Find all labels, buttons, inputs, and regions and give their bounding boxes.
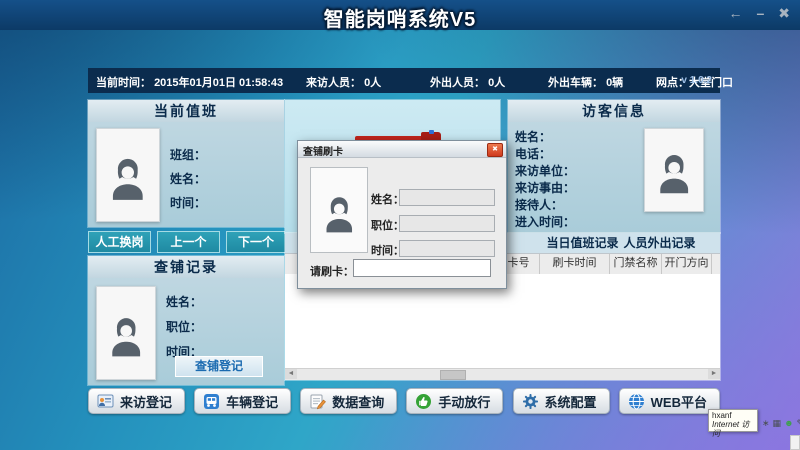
visitor-field-reason: 来访事由： (515, 179, 575, 196)
dialog-time-field (399, 240, 495, 257)
current-time: 当前时间： 2015年01月01日 01:58:43 (96, 74, 283, 90)
patrol-record-title: 查铺记录 (88, 256, 284, 278)
visitor-field-company: 来访单位： (515, 162, 575, 179)
app-window: 智能岗哨系统V5 ← – ✖ 当前时间： 2015年01月01日 01:58:4… (0, 0, 800, 450)
column-spacer (712, 254, 720, 274)
visitor-field-phone: 电话： (515, 145, 551, 162)
visitor-info-title: 访客信息 (508, 100, 720, 122)
visitor-photo-placeholder (644, 128, 704, 212)
person-icon (318, 188, 361, 238)
duty-field-time: 时间： (170, 194, 206, 211)
out-vehicle-count: 外出车辆： 0辆 (548, 74, 623, 90)
manual-release-button[interactable]: 手动放行 (406, 388, 503, 414)
previous-button[interactable]: 上一个 (157, 231, 220, 253)
dialog-title-bar: 查铺刷卡 ✖ (298, 141, 506, 158)
patrol-photo-placeholder (96, 286, 156, 380)
system-config-icon (522, 393, 539, 410)
swipe-card-input[interactable] (353, 259, 491, 277)
out-personnel-count: 外出人员： 0人 (430, 74, 505, 90)
close-icon[interactable]: ✖ (778, 5, 790, 21)
network-tooltip: hxanf Internet 访问 (708, 409, 758, 432)
current-duty-title: 当前值班 (88, 100, 284, 122)
duty-field-group: 班组： (170, 146, 206, 163)
column-door-name: 门禁名称 (610, 254, 662, 274)
person-icon (651, 147, 697, 198)
manual-release-icon (415, 393, 432, 410)
network-name: hxanf (712, 411, 754, 420)
page-title: 智能岗哨系统V5 (0, 3, 800, 32)
scroll-left-icon[interactable]: ◄ (285, 369, 297, 379)
visitor-register-button[interactable]: 来访登记 (88, 388, 185, 414)
next-button[interactable]: 下一个 (226, 231, 286, 253)
minimize-icon[interactable]: – (756, 5, 764, 21)
visitor-register-icon (97, 393, 114, 410)
patrol-field-position: 职位： (166, 318, 202, 335)
visitor-field-name: 姓名： (515, 128, 551, 145)
column-swipe-time: 刷卡时间 (540, 254, 610, 274)
data-query-button[interactable]: 数据查询 (300, 388, 397, 414)
scrollbar-thumb[interactable] (440, 370, 466, 380)
data-query-icon (309, 393, 326, 410)
patrol-register-button[interactable]: 查铺登记 (175, 356, 263, 377)
patrol-swipe-dialog: 查铺刷卡 ✖ 姓名： 职位： 时间： 请刷卡： (297, 140, 507, 289)
visitor-field-entry-time: 进入时间： (515, 213, 575, 230)
system-tray: ∗ ▦ ☻ ✎ (762, 417, 800, 429)
horizontal-scrollbar[interactable]: ◄ ► (285, 368, 720, 380)
web-platform-icon (628, 393, 645, 410)
taskbar-corner (790, 435, 800, 450)
pen-tool-icon[interactable]: ✎ (797, 417, 800, 429)
column-door-direction: 开门方向 (662, 254, 712, 274)
network-signal-icon[interactable]: ∗ (762, 417, 770, 429)
scroll-right-icon[interactable]: ► (708, 369, 720, 379)
tab-out-records[interactable]: 人员外出记录 (607, 233, 712, 253)
title-bar: 智能岗哨系统V5 ← – ✖ (0, 0, 800, 30)
bottom-toolbar: 来访登记 车辆登记 数据查询 手动放行 系统配置 WEB平台 (88, 388, 720, 412)
manual-shift-button[interactable]: 人工换岗 (88, 231, 151, 253)
vehicle-register-icon (203, 393, 220, 410)
patrol-field-name: 姓名： (166, 293, 202, 310)
back-icon[interactable]: ← (728, 5, 742, 21)
web-platform-button[interactable]: WEB平台 (619, 388, 720, 414)
visitor-count: 来访人员： 0人 (306, 74, 381, 90)
vehicle-register-button[interactable]: 车辆登记 (194, 388, 291, 414)
swipe-card-label: 请刷卡： (310, 263, 354, 279)
dialog-name-field (399, 189, 495, 206)
status-bar: 当前时间： 2015年01月01日 01:58:43 来访人员： 0人 外出人员… (88, 68, 720, 93)
window-controls: ← – ✖ (728, 5, 790, 21)
system-config-button[interactable]: 系统配置 (513, 388, 610, 414)
person-icon (103, 307, 149, 364)
version-label: v 1.0.2 (681, 75, 712, 86)
dialog-title: 查铺刷卡 (303, 143, 343, 158)
visitor-field-host: 接待人： (515, 196, 563, 213)
dialog-photo-placeholder (310, 167, 368, 253)
dialog-close-icon[interactable]: ✖ (487, 143, 503, 157)
duty-field-name: 姓名： (170, 170, 206, 187)
person-icon (103, 149, 153, 206)
dialog-position-field (399, 215, 495, 232)
keyboard-icon[interactable]: ▦ (773, 417, 782, 429)
network-access-label: Internet 访问 (712, 420, 754, 438)
ime-status-icon[interactable]: ☻ (784, 417, 793, 429)
duty-photo-placeholder (96, 128, 160, 222)
